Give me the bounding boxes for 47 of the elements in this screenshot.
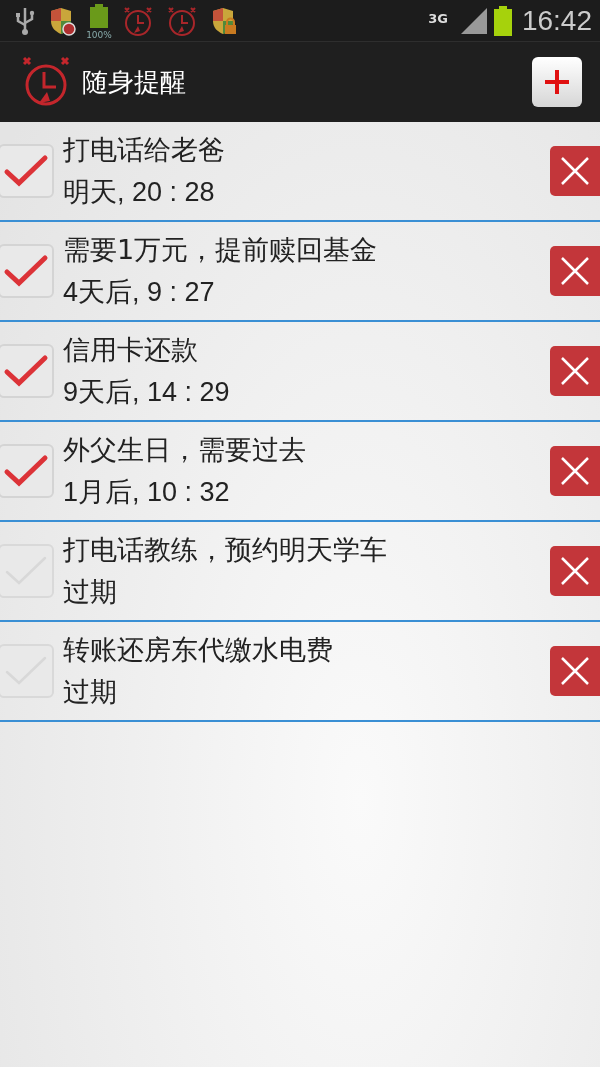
reminder-time: 明天, 20 : 28 bbox=[63, 176, 216, 209]
reminder-title: 打电话教练，预约明天学车 bbox=[63, 533, 388, 567]
signal-icon bbox=[459, 7, 488, 34]
reminder-time: 4天后, 9 : 27 bbox=[63, 276, 216, 309]
reminder-time: 1月后, 10 : 32 bbox=[63, 476, 231, 509]
check-icon bbox=[3, 354, 49, 388]
shield-icon bbox=[48, 5, 76, 36]
add-button[interactable] bbox=[532, 57, 582, 107]
shield-lock-icon bbox=[210, 5, 238, 36]
reminder-title: 转账还房东代缴水电费 bbox=[63, 633, 334, 667]
battery-icon bbox=[88, 3, 110, 28]
close-icon bbox=[560, 556, 590, 586]
check-icon bbox=[3, 454, 49, 488]
delete-button[interactable] bbox=[550, 346, 600, 396]
alarm-clock-icon bbox=[122, 4, 154, 37]
checkbox[interactable] bbox=[0, 344, 54, 398]
close-icon bbox=[560, 456, 590, 486]
delete-button[interactable] bbox=[550, 546, 600, 596]
reminder-time: 过期 bbox=[63, 676, 118, 709]
reminder-time: 9天后, 14 : 29 bbox=[63, 376, 231, 409]
reminder-title: 需要1万元，提前赎回基金 bbox=[63, 233, 379, 267]
battery-icon bbox=[493, 5, 512, 36]
network-type: 3G bbox=[428, 10, 448, 26]
close-icon bbox=[560, 656, 590, 686]
delete-button[interactable] bbox=[550, 646, 600, 696]
reminder-time: 过期 bbox=[63, 576, 118, 609]
reminder-title: 打电话给老爸 bbox=[63, 133, 226, 167]
check-icon bbox=[3, 154, 49, 188]
delete-button[interactable] bbox=[550, 446, 600, 496]
usb-icon bbox=[14, 5, 36, 36]
delete-button[interactable] bbox=[550, 246, 600, 296]
battery-percent: 100% bbox=[86, 29, 112, 40]
delete-button[interactable] bbox=[550, 146, 600, 196]
app-title: 随身提醒 bbox=[82, 65, 187, 99]
reminder-title: 外父生日，需要过去 bbox=[63, 433, 307, 467]
reminder-title: 信用卡还款 bbox=[63, 333, 199, 367]
check-icon bbox=[3, 254, 49, 288]
plus-icon bbox=[544, 69, 570, 95]
alarm-clock-icon bbox=[22, 56, 72, 108]
close-icon bbox=[560, 356, 590, 386]
checkbox[interactable] bbox=[0, 144, 54, 198]
clock-time: 16:42 bbox=[521, 4, 592, 37]
checkbox[interactable] bbox=[0, 444, 54, 498]
checkbox[interactable] bbox=[0, 244, 54, 298]
close-icon bbox=[560, 256, 590, 286]
close-icon bbox=[560, 156, 590, 186]
alarm-clock-icon bbox=[166, 4, 198, 37]
